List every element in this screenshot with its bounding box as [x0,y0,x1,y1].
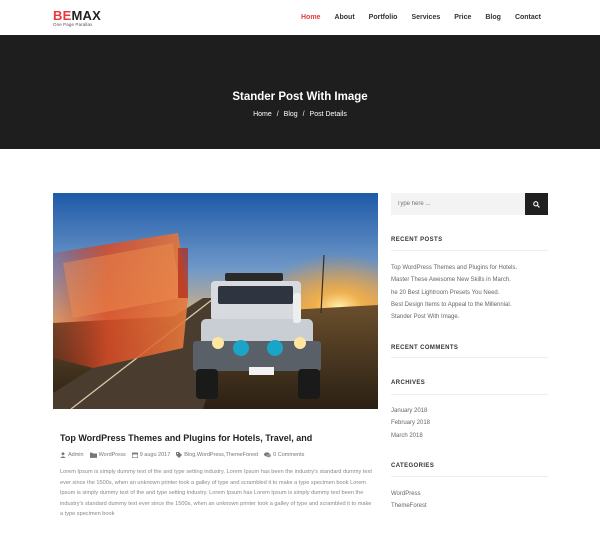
archives-title: ARCHIVES [391,380,426,386]
search-widget [391,193,548,215]
meta-comments-text: 0 Comments [273,452,305,458]
categories-list: WordPress ThemeForest [391,488,427,513]
divider [391,357,548,358]
search-button[interactable] [525,193,548,215]
recent-posts-list: Top WordPress Themes and Plugins for Hot… [391,262,517,323]
divider [391,250,548,251]
logo-part-max: MAX [71,8,101,23]
post-featured-image [53,193,378,409]
breadcrumb-separator: / [302,111,305,118]
main-nav: Home About Portfolio Services Price Blog… [287,13,541,22]
meta-date-text: 9 augu 2017 [139,452,171,458]
recent-post-item[interactable]: Top WordPress Themes and Plugins for Hot… [391,262,517,274]
nav-home[interactable]: Home [301,13,320,22]
meta-category[interactable]: WordPress [89,452,126,458]
meta-comments[interactable]: 0 Comments [264,452,304,458]
divider [391,476,548,477]
search-icon [533,200,540,208]
page-title: Stander Post With Image [232,91,368,103]
logo[interactable]: BEMAX One Page Parallax [53,9,101,28]
post-meta: Admin WordPress 9 augu 2017 Blog,WordPre… [60,452,310,458]
recent-post-item[interactable]: Stander Post With Image. [391,311,517,323]
breadcrumb-home[interactable]: Home [253,111,272,118]
archive-item[interactable]: February 2018 [391,417,430,429]
tag-icon [176,452,183,458]
archives-list: January 2018 February 2018 March 2018 [391,405,430,442]
recent-comments-title: RECENT COMMENTS [391,345,459,351]
recent-posts-title: RECENT POSTS [391,237,443,243]
recent-post-item[interactable]: he 20 Best Lightroom Presets You Need. [391,287,517,299]
breadcrumb-blog[interactable]: Blog [284,111,298,118]
meta-author-text: Admin [68,452,84,458]
recent-post-item[interactable]: Master These Awesome New Skills in March… [391,274,517,286]
categories-title: CATEGORIES [391,463,435,469]
meta-category-text: WordPress [98,452,126,458]
site-header: BEMAX One Page Parallax Home About Portf… [0,0,600,35]
page-hero: Stander Post With Image Home / Blog / Po… [0,35,600,149]
nav-about[interactable]: About [334,13,354,22]
nav-blog[interactable]: Blog [485,13,501,22]
archive-item[interactable]: January 2018 [391,405,430,417]
breadcrumb: Home / Blog / Post Details [0,111,600,118]
meta-date: 9 augu 2017 [131,452,171,458]
post-excerpt: Lorem Ipsum is simply dummy text of the … [60,469,372,517]
breadcrumb-current: Post Details [309,111,347,118]
logo-part-be: BE [53,8,72,23]
recent-post-item[interactable]: Best Design Items to Appeal to the Mille… [391,299,517,311]
category-item[interactable]: ThemeForest [391,500,427,512]
search-input[interactable] [391,193,525,215]
archive-item[interactable]: March 2018 [391,430,430,442]
nav-portfolio[interactable]: Portfolio [369,13,398,22]
meta-tags-text: Blog,WordPress,ThemeForest [184,452,259,458]
divider [391,394,548,395]
nav-services[interactable]: Services [411,13,440,22]
logo-wordmark: BEMAX [53,9,101,22]
sunset-road-truck-photo [53,193,378,409]
nav-contact[interactable]: Contact [515,13,541,22]
comments-icon [264,452,272,458]
meta-tags[interactable]: Blog,WordPress,ThemeForest [176,452,258,458]
meta-author[interactable]: Admin [60,452,84,458]
category-item[interactable]: WordPress [391,488,427,500]
nav-price[interactable]: Price [454,13,471,22]
user-icon [60,452,66,458]
post-title[interactable]: Top WordPress Themes and Plugins for Hot… [60,433,312,443]
calendar-icon [131,452,138,458]
folder-icon [89,452,97,458]
breadcrumb-separator: / [276,111,279,118]
